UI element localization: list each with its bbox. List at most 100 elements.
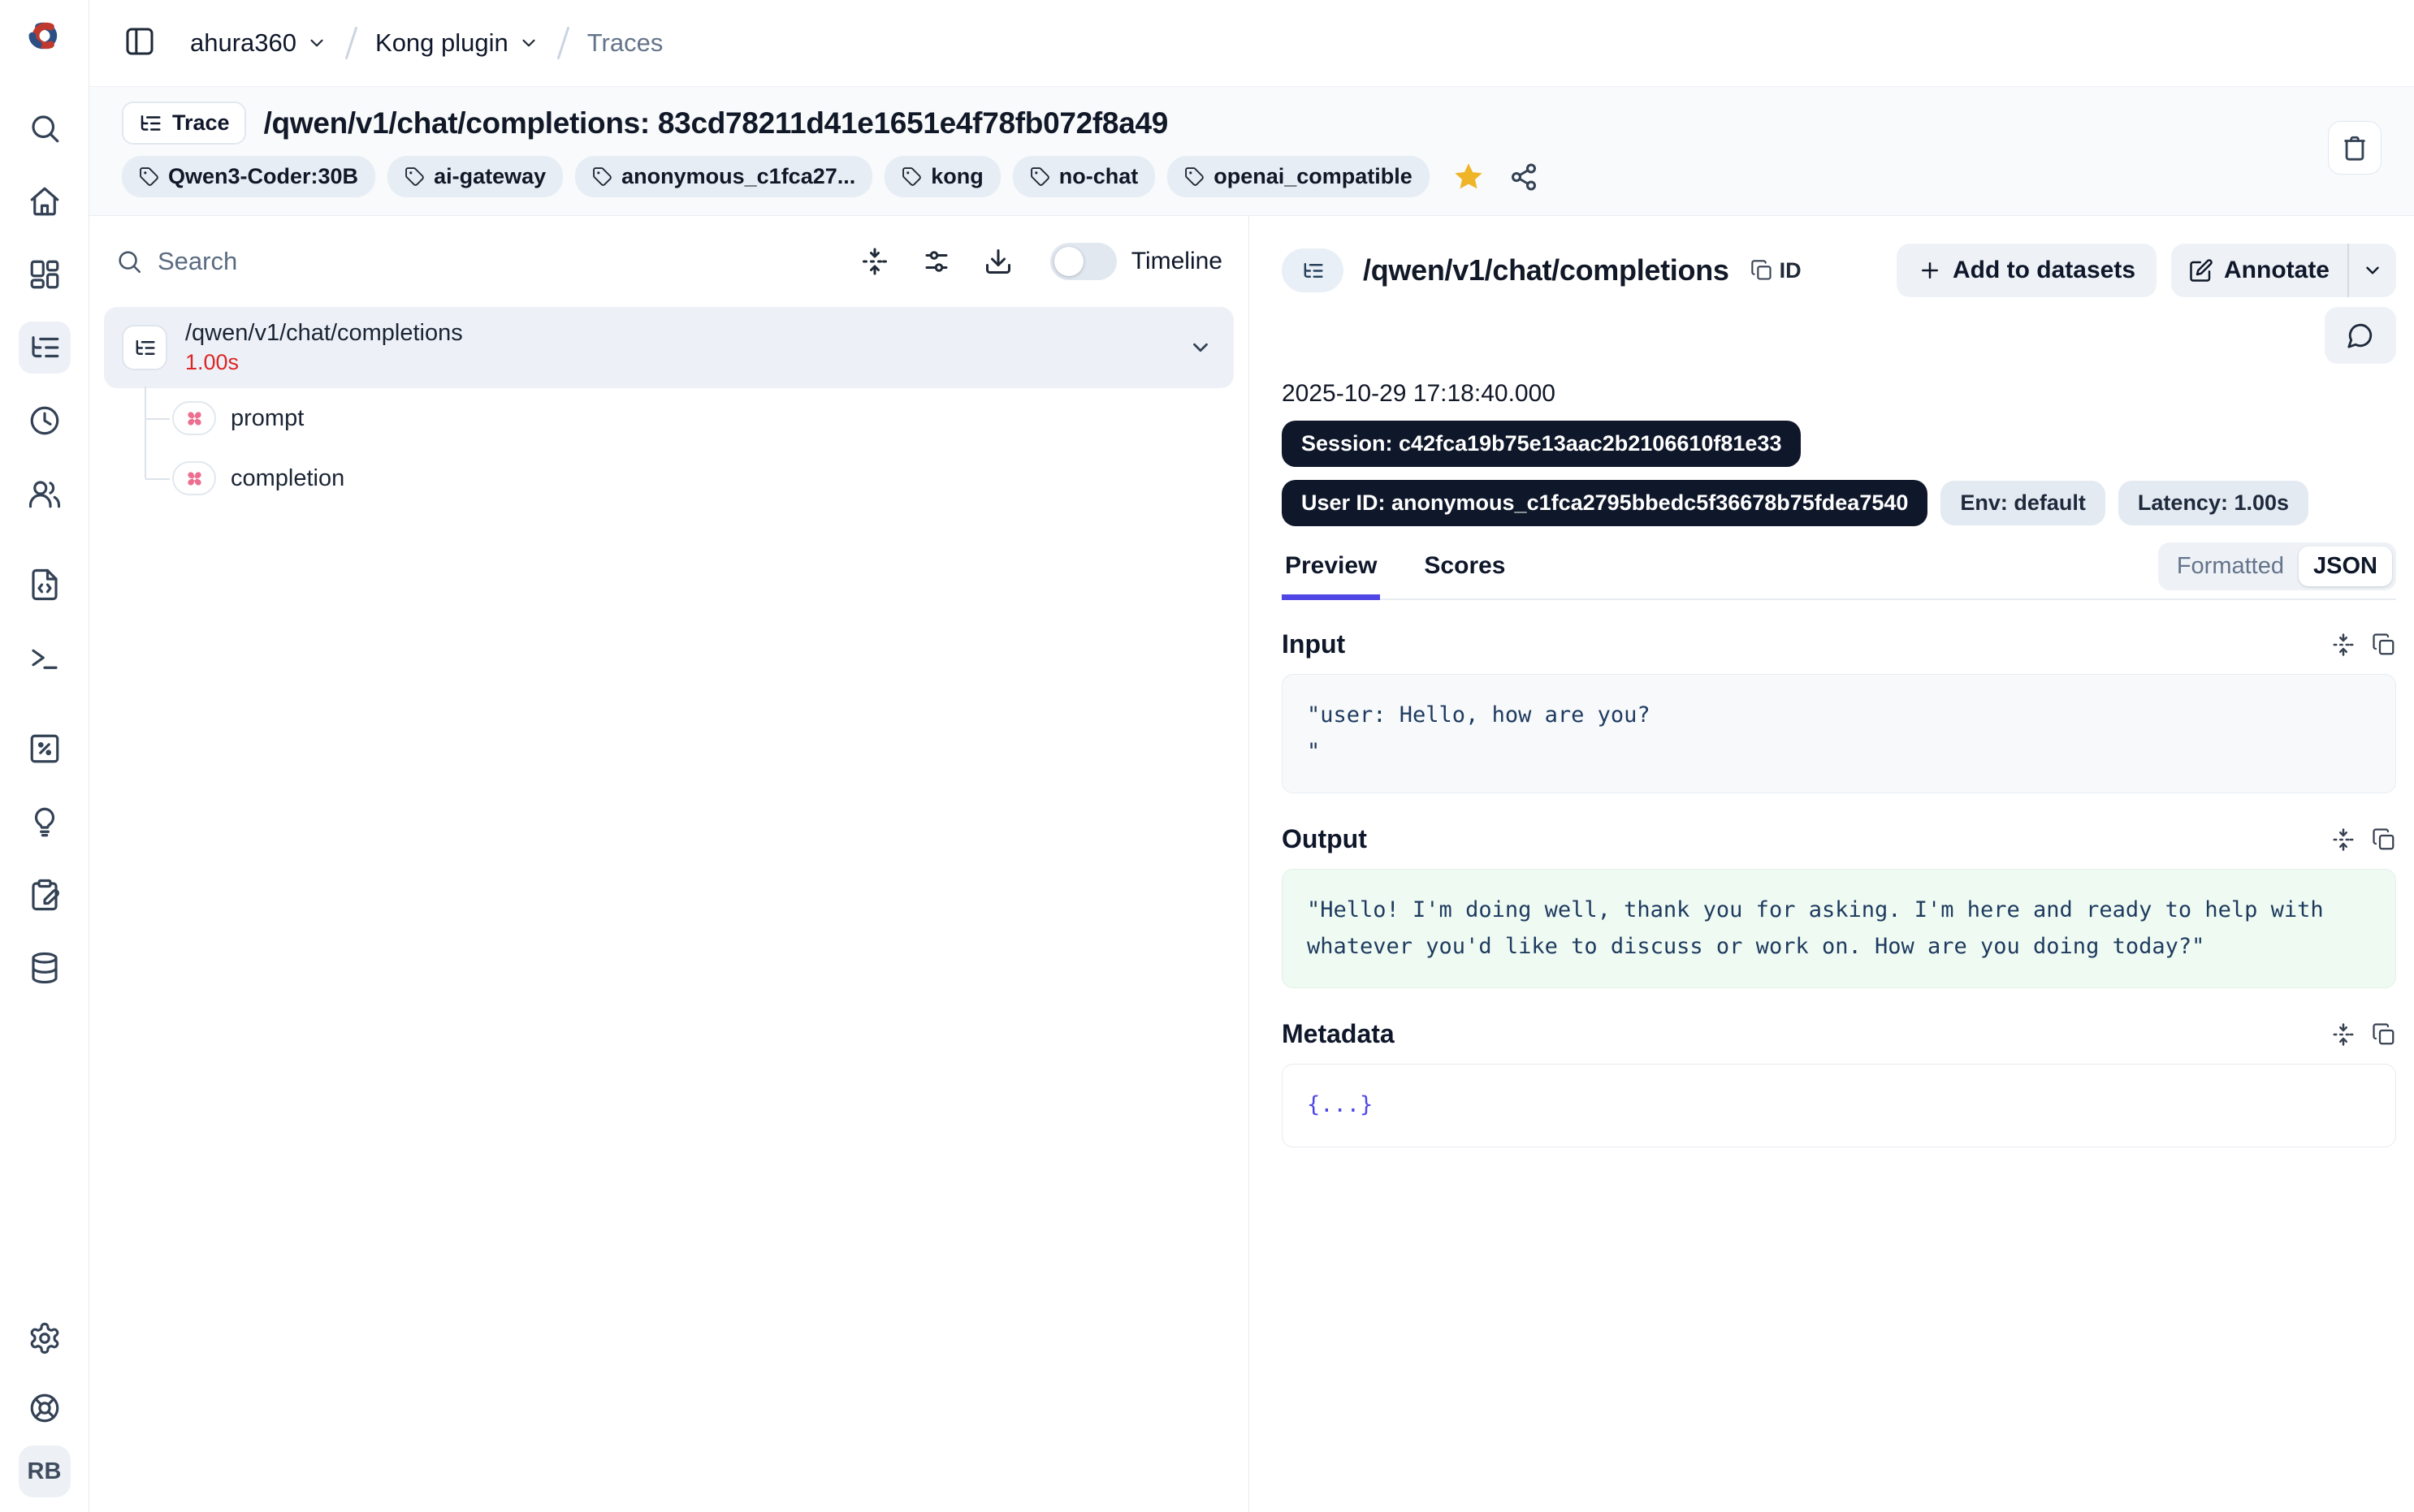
observation-badge <box>172 461 216 495</box>
trace-tree-panel: Timeline /qwen/v1/chat/completions 1.00s <box>89 216 1249 1512</box>
tag-label: openai_compatible <box>1213 164 1412 189</box>
search-icon <box>28 111 62 145</box>
format-option-formatted[interactable]: Formatted <box>2162 546 2299 586</box>
search-icon <box>115 248 143 275</box>
comments-button[interactable] <box>2325 307 2396 364</box>
sidebar-item-prompts[interactable] <box>19 559 71 611</box>
sidebar-item-home[interactable] <box>19 175 71 227</box>
session-badge[interactable]: Session: c42fca19b75e13aac2b2106610f81e3… <box>1282 421 1801 467</box>
copy-icon[interactable] <box>2372 1022 2396 1047</box>
sidebar-item-dashboards[interactable] <box>19 248 71 300</box>
tag-chip[interactable]: no-chat <box>1013 156 1156 197</box>
sidebar-item-evaluation[interactable] <box>19 723 71 775</box>
tag-chip[interactable]: openai_compatible <box>1167 156 1430 197</box>
copy-icon[interactable] <box>2372 827 2396 852</box>
trace-header: Trace /qwen/v1/chat/completions: 83cd782… <box>89 86 2414 216</box>
tree-observation-completion[interactable]: completion <box>104 448 1234 508</box>
app-root: RB ahura360 Kong plugin Traces <box>0 0 2414 1512</box>
metadata-section-header: Metadata <box>1282 1019 2396 1049</box>
search-input[interactable] <box>158 247 828 276</box>
output-section-icons <box>2331 827 2396 852</box>
sidebar-item-support[interactable] <box>19 1382 71 1434</box>
chevron-down-icon <box>306 32 327 54</box>
format-toggle: Formatted JSON <box>2158 542 2396 590</box>
annotate-label: Annotate <box>2224 257 2330 284</box>
breadcrumb-page[interactable]: Traces <box>587 28 664 58</box>
trace-tree: /qwen/v1/chat/completions 1.00s prompt <box>104 307 1234 508</box>
tab-scores[interactable]: Scores <box>1421 552 1508 598</box>
share-icon[interactable] <box>1509 162 1538 192</box>
tag-icon <box>902 166 922 187</box>
sidebar-item-search[interactable] <box>19 102 71 154</box>
annotate-button[interactable]: Annotate <box>2171 257 2347 284</box>
pinwheel-icon <box>184 408 205 430</box>
add-to-datasets-button[interactable]: Add to datasets <box>1897 244 2157 297</box>
detail-header: /qwen/v1/chat/completions ID Add to data… <box>1282 244 2396 297</box>
metadata-content[interactable]: {...} <box>1282 1064 2396 1147</box>
tag-chip[interactable]: anonymous_c1fca27... <box>575 156 872 197</box>
fold-vertical-icon[interactable] <box>2331 633 2356 657</box>
content-split: Timeline /qwen/v1/chat/completions 1.00s <box>89 216 2414 1512</box>
sidebar-item-users[interactable] <box>19 468 71 520</box>
input-section-icons <box>2331 633 2396 657</box>
sidebar-item-insights[interactable] <box>19 796 71 848</box>
output-section-title: Output <box>1282 824 1367 854</box>
tree-root-row[interactable]: /qwen/v1/chat/completions 1.00s <box>104 307 1234 388</box>
list-tree-icon <box>1301 259 1325 283</box>
tag-icon <box>404 166 425 187</box>
user-badge-row: User ID: anonymous_c1fca2795bbedc5f36678… <box>1282 480 2396 526</box>
sidebar-item-sessions[interactable] <box>19 395 71 447</box>
trace-type-badge: Trace <box>122 102 246 145</box>
sidebar-item-tracing[interactable] <box>19 322 71 374</box>
search-row: Timeline <box>104 235 1234 287</box>
tree-observation-prompt[interactable]: prompt <box>104 388 1234 448</box>
copy-id-button[interactable]: ID <box>1750 258 1802 283</box>
sidebar-item-settings[interactable] <box>19 1312 71 1364</box>
output-content[interactable]: "Hello! I'm doing well, thank you for as… <box>1282 869 2396 988</box>
sidebar-item-annotation[interactable] <box>19 869 71 921</box>
delete-trace-button[interactable] <box>2328 121 2382 175</box>
life-buoy-icon <box>28 1391 62 1425</box>
tag-chip[interactable]: kong <box>885 156 1001 197</box>
list-tree-icon <box>133 336 157 360</box>
breadcrumb-project[interactable]: Kong plugin <box>375 28 539 58</box>
trace-detail-panel: /qwen/v1/chat/completions ID Add to data… <box>1249 216 2414 1512</box>
tag-chip[interactable]: Qwen3-Coder:30B <box>122 156 375 197</box>
input-content[interactable]: "user: Hello, how are you? " <box>1282 674 2396 793</box>
copy-icon[interactable] <box>2372 633 2396 657</box>
toggle-knob <box>1054 247 1084 276</box>
main-column: ahura360 Kong plugin Traces Trace /qwe <box>89 0 2414 1512</box>
user-avatar[interactable]: RB <box>19 1445 71 1497</box>
chevron-down-icon <box>518 32 539 54</box>
fold-vertical-icon[interactable] <box>2331 1022 2356 1047</box>
timeline-toggle[interactable] <box>1050 243 1117 280</box>
bookmark-star-icon[interactable] <box>1451 160 1486 194</box>
home-icon <box>28 184 62 218</box>
breadcrumb-project-label: Kong plugin <box>375 28 508 58</box>
sidebar-item-datasets[interactable] <box>19 942 71 994</box>
download-icon[interactable] <box>984 247 1013 276</box>
user-id-badge[interactable]: User ID: anonymous_c1fca2795bbedc5f36678… <box>1282 480 1927 526</box>
sidebar: RB <box>0 0 89 1512</box>
breadcrumb-separator <box>556 27 569 60</box>
trace-node-badge <box>122 325 167 370</box>
breadcrumb-org[interactable]: ahura360 <box>190 28 327 58</box>
annotate-split-button: Annotate <box>2171 244 2396 297</box>
chevron-down-icon[interactable] <box>1188 335 1213 360</box>
topbar: ahura360 Kong plugin Traces <box>89 0 2414 86</box>
panel-left-toggle-icon[interactable] <box>123 25 159 61</box>
sidebar-item-playground[interactable] <box>19 632 71 684</box>
format-option-json[interactable]: JSON <box>2299 546 2392 586</box>
tab-preview[interactable]: Preview <box>1282 552 1380 600</box>
filter-sliders-icon[interactable] <box>922 247 951 276</box>
list-tree-icon <box>28 330 62 365</box>
tag-chip[interactable]: ai-gateway <box>387 156 563 197</box>
fold-vertical-icon[interactable] <box>2331 827 2356 852</box>
trace-timestamp: 2025-10-29 17:18:40.000 <box>1282 380 2396 408</box>
app-logo-icon[interactable] <box>22 13 67 58</box>
observation-label: prompt <box>231 405 304 432</box>
sidebar-nav <box>19 102 71 1015</box>
annotate-dropdown-button[interactable] <box>2349 244 2396 297</box>
metadata-section-title: Metadata <box>1282 1019 1395 1049</box>
fold-vertical-icon[interactable] <box>860 247 889 276</box>
